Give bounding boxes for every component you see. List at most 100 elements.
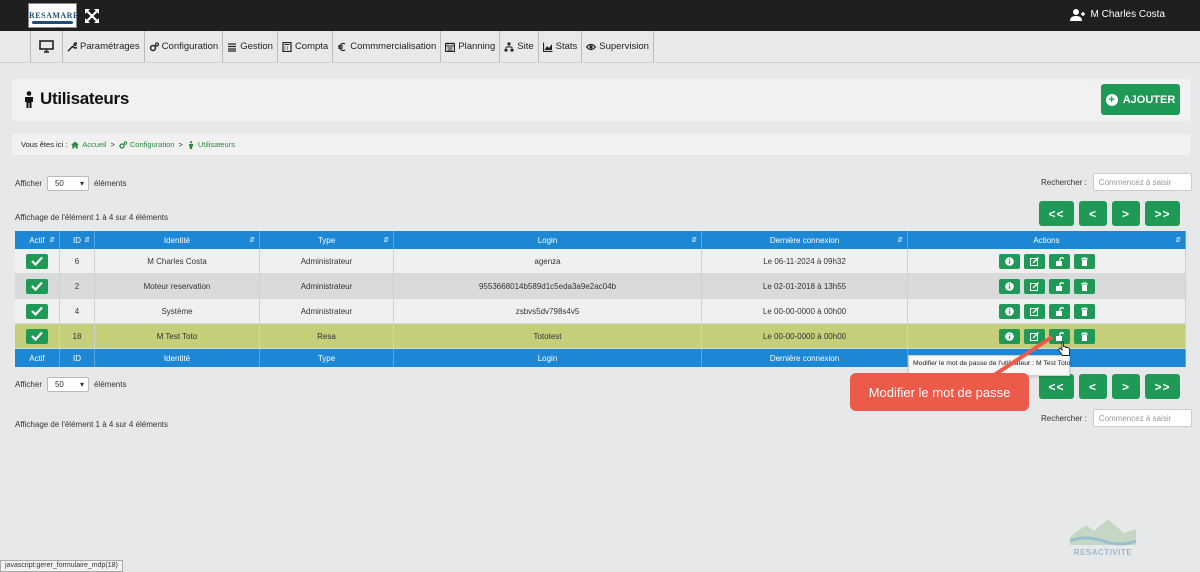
add-user-button[interactable]: + AJOUTER — [1101, 84, 1180, 115]
table-info: Affichage de l'élément 1 à 4 sur 4 éléme… — [15, 213, 169, 222]
active-toggle[interactable] — [26, 303, 48, 319]
info-button[interactable] — [998, 278, 1020, 294]
change-password-button[interactable] — [1048, 253, 1070, 269]
trash-icon — [1080, 257, 1088, 266]
active-toggle[interactable] — [26, 328, 48, 344]
col-identite[interactable]: Identité ⇵ — [95, 231, 260, 249]
edit-button[interactable] — [1023, 253, 1045, 269]
change-password-button[interactable] — [1048, 278, 1070, 294]
nav-parametrages[interactable]: Paramétrages — [63, 31, 145, 62]
delete-button[interactable] — [1073, 303, 1095, 319]
col-id[interactable]: ID ⇵ — [60, 231, 95, 249]
nav-configuration[interactable]: Configuration — [145, 31, 224, 62]
nav-stats[interactable]: Stats — [539, 31, 583, 62]
edit-button[interactable] — [1023, 278, 1045, 294]
cell-type: Resa — [260, 324, 394, 348]
cell-id: 2 — [60, 274, 95, 298]
page-size-select[interactable]: 50 ▾ — [46, 377, 89, 392]
breadcrumb: Vous êtes ici : Accueil > Configuration … — [12, 134, 1190, 155]
col-actions[interactable]: Actions ⇵ — [908, 231, 1186, 249]
col-actif[interactable]: Actif ⇵ — [15, 231, 60, 249]
main-nav: Paramétrages Configuration Gestion Compt… — [0, 31, 1200, 63]
prev-page-button[interactable]: < — [1079, 374, 1107, 399]
cell-identite: M Charles Costa — [95, 249, 260, 273]
edit-icon — [1029, 281, 1039, 291]
nav-label: Commmercialisation — [350, 41, 437, 52]
table-row-highlighted: 18 M Test Toto Resa Tototest Le 00-00-00… — [15, 324, 1186, 349]
col-login[interactable]: Login ⇵ — [394, 231, 702, 249]
cell-login: Tototest — [394, 324, 702, 348]
prev-page-button[interactable]: < — [1079, 201, 1107, 226]
active-toggle[interactable] — [26, 278, 48, 294]
info-button[interactable] — [998, 303, 1020, 319]
nav-site[interactable]: Site — [500, 31, 539, 62]
delete-button[interactable] — [1073, 278, 1095, 294]
col-derniere-connexion[interactable]: Dernière connexion ⇵ — [702, 231, 908, 249]
cell-actions — [908, 324, 1186, 348]
breadcrumb-home[interactable]: Accueil — [71, 140, 106, 149]
chevron-down-icon: ▾ — [79, 380, 84, 389]
nav-planning[interactable]: Planning — [441, 31, 501, 62]
sitemap-icon — [504, 42, 514, 51]
delete-button[interactable] — [1073, 328, 1095, 344]
search-input[interactable]: Commencez à saisir — [1092, 173, 1192, 191]
col-type[interactable]: Type ⇵ — [260, 231, 394, 249]
cell-login: 9553668014b589d1c5eda3a9e2ac04b — [394, 274, 702, 298]
next-page-button[interactable]: > — [1112, 374, 1140, 399]
top-bar: RESAMARE M Charles Costa — [0, 0, 1200, 31]
fullscreen-icon[interactable] — [84, 8, 100, 24]
euro-icon — [338, 42, 346, 51]
delete-button[interactable] — [1073, 253, 1095, 269]
page-title: Utilisateurs — [24, 89, 129, 109]
nav-home[interactable] — [31, 31, 63, 62]
active-toggle[interactable] — [26, 253, 48, 269]
unlock-icon — [1055, 256, 1064, 266]
info-button[interactable] — [998, 253, 1020, 269]
edit-button[interactable] — [1023, 328, 1045, 344]
nav-gestion[interactable]: Gestion — [223, 31, 278, 62]
browser-status-bar: javascript:gerer_formulaire_mdp(18) — [0, 560, 123, 572]
sort-icon: ⇵ — [84, 237, 90, 244]
table-row: 6 M Charles Costa Administrateur agenza … — [15, 249, 1186, 274]
last-page-button[interactable]: >> — [1145, 374, 1180, 399]
first-page-button[interactable]: << — [1039, 201, 1074, 226]
chart-icon — [542, 42, 553, 52]
user-menu[interactable]: M Charles Costa — [1069, 8, 1165, 21]
info-button[interactable] — [998, 328, 1020, 344]
cell-last-connexion: Le 06-11-2024 à 09h32 — [702, 249, 908, 273]
cell-last-connexion: Le 02-01-2018 à 13h55 — [702, 274, 908, 298]
breadcrumb-configuration[interactable]: Configuration — [119, 140, 174, 149]
breadcrumb-utilisateurs[interactable]: Utilisateurs — [187, 140, 235, 149]
page-content: Utilisateurs + AJOUTER Vous êtes ici : A… — [0, 63, 1200, 572]
table-info-bottom: Affichage de l'élément 1 à 4 sur 4 éléme… — [15, 420, 169, 429]
check-icon — [31, 281, 43, 291]
unlock-icon — [1055, 306, 1064, 316]
cell-login: zsbvs5dv798s4v5 — [394, 299, 702, 323]
resamare-logo[interactable]: RESAMARE — [28, 3, 78, 28]
sort-icon: ⇵ — [1175, 237, 1181, 244]
check-icon — [31, 331, 43, 341]
edit-icon — [1029, 306, 1039, 316]
edit-button[interactable] — [1023, 303, 1045, 319]
search-control-bottom: Rechercher : Commencez à saisir — [1041, 409, 1192, 427]
trash-icon — [1080, 307, 1088, 316]
nav-supervision[interactable]: Supervision — [582, 31, 654, 62]
calculator-icon — [282, 41, 292, 52]
last-page-button[interactable]: >> — [1145, 201, 1180, 226]
edit-icon — [1029, 256, 1039, 266]
search-input[interactable]: Commencez à saisir — [1092, 409, 1192, 427]
info-icon — [1004, 331, 1014, 341]
nav-label: Configuration — [161, 41, 219, 52]
nav-label: Paramétrages — [80, 41, 140, 52]
person-icon — [188, 140, 193, 149]
page-size-select[interactable]: 50 ▾ — [46, 176, 89, 191]
nav-compta[interactable]: Compta — [278, 31, 334, 62]
change-password-button[interactable] — [1048, 303, 1070, 319]
calendar-icon — [445, 42, 456, 52]
cell-actions — [908, 249, 1186, 273]
cell-last-connexion: Le 00-00-0000 à 00h00 — [702, 324, 908, 348]
next-page-button[interactable]: > — [1112, 201, 1140, 226]
nav-commercialisation[interactable]: Commmercialisation — [333, 31, 442, 62]
page-header: Utilisateurs — [12, 79, 1190, 121]
first-page-button[interactable]: << — [1039, 374, 1074, 399]
